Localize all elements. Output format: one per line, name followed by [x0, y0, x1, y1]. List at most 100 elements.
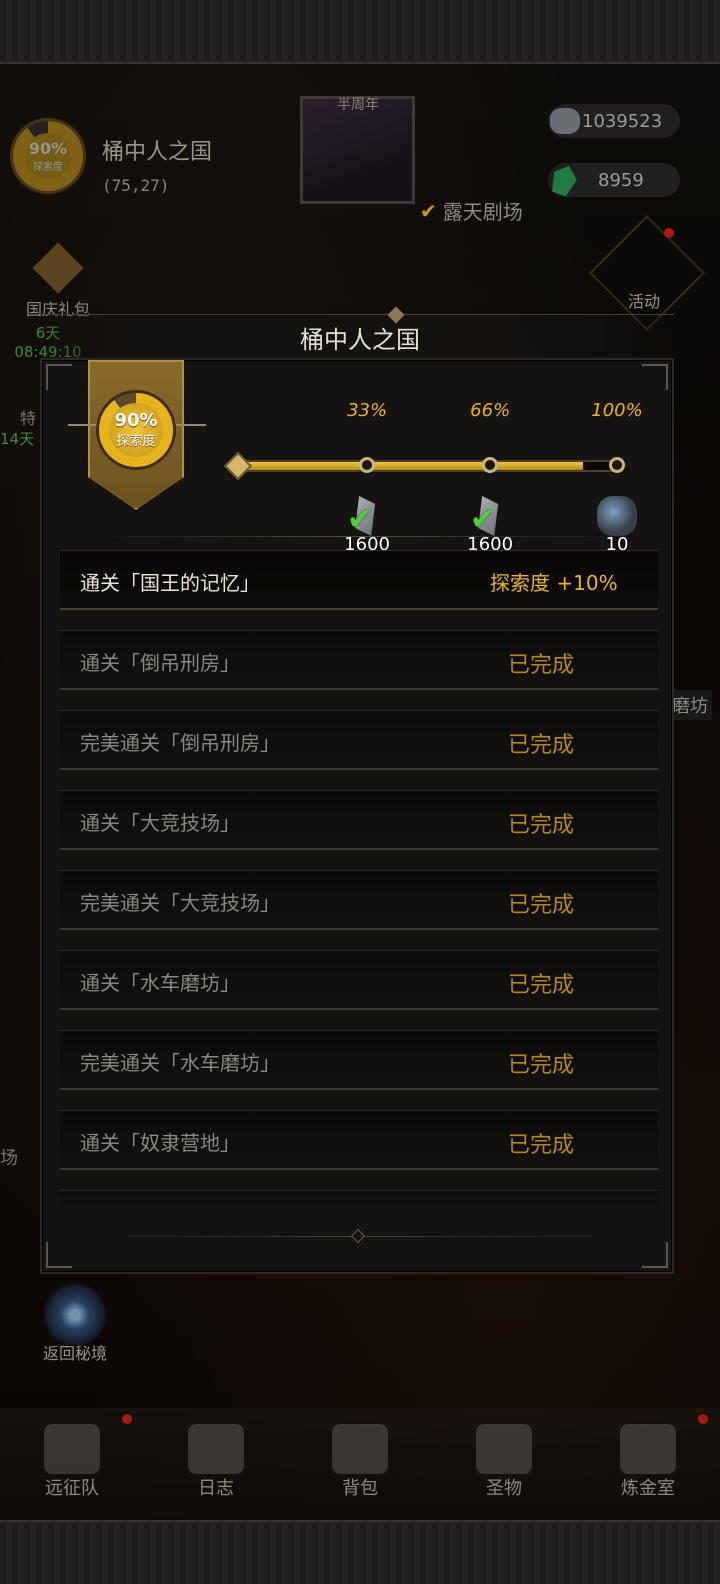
- explore-progress-ring: 90% 探索度: [96, 390, 176, 470]
- claimed-check-icon: ✔: [470, 502, 496, 537]
- stone-count: 1039523: [582, 110, 663, 132]
- task-row[interactable]: 通关「水车磨坊」 已完成: [60, 950, 658, 1010]
- theater-label: 露天剧场: [442, 200, 523, 224]
- task-name: 完美通关「水车磨坊」: [80, 1051, 280, 1075]
- nav-alchemy[interactable]: 炼金室: [576, 1408, 720, 1520]
- nav-journal[interactable]: 日志: [144, 1408, 288, 1520]
- area-name: 桶中人之国: [102, 140, 213, 165]
- task-name: 通关「水车磨坊」: [80, 971, 240, 995]
- task-name: 通关「国王的记忆」: [80, 571, 260, 595]
- task-row[interactable]: 完美通关「水车磨坊」 已完成: [60, 1030, 658, 1090]
- scroll-icon: [188, 1424, 244, 1474]
- portal-icon: [42, 1282, 108, 1348]
- modal-title: 桶中人之国: [300, 326, 420, 354]
- task-status: 已完成: [508, 1053, 575, 1078]
- task-row[interactable]: 通关「奴隶营地」 已完成: [60, 1110, 658, 1170]
- nav-label: 圣物: [486, 1478, 522, 1499]
- emerald-currency: 8959: [548, 163, 680, 197]
- milestone-progress: 33% ✔ 1600 66% ✔ 1600 100% 10: [223, 400, 643, 555]
- top-frame: [0, 0, 720, 64]
- portrait-tag: 半周年: [337, 97, 379, 113]
- activity-label: 活动: [628, 292, 661, 311]
- chalice-icon: [476, 1424, 532, 1474]
- progress-start-diamond: [223, 451, 253, 481]
- nav-relics[interactable]: 圣物: [432, 1408, 576, 1520]
- explore-percent: 90%: [28, 139, 68, 158]
- milestone-node: [482, 457, 499, 473]
- task-status: 已完成: [508, 813, 575, 838]
- claimed-check-icon: ✔: [347, 502, 373, 537]
- list-fade: [60, 1180, 658, 1212]
- task-status: 已完成: [508, 733, 575, 758]
- explore-ring[interactable]: 90% 探索度: [10, 118, 86, 194]
- horned-helmet-icon: [44, 1424, 100, 1474]
- bottom-frame: [0, 1520, 720, 1584]
- task-row[interactable]: 通关「国王的记忆」 探索度 +10%: [60, 550, 658, 610]
- gift-box-icon: [32, 242, 84, 294]
- task-name: 通关「大竞技场」: [80, 811, 240, 835]
- side-label-mill: 磨坊: [668, 690, 712, 720]
- task-row[interactable]: 完美通关「倒吊刑房」 已完成: [60, 710, 658, 770]
- compass-spike-right: [176, 424, 206, 426]
- milestone-label: 100%: [591, 400, 643, 421]
- milestone-label: 66%: [470, 400, 511, 421]
- milestone-reward[interactable]: 10: [587, 496, 647, 555]
- diamond-ornament-icon: [350, 1228, 366, 1244]
- task-status: 已完成: [508, 1133, 575, 1158]
- bottom-nav: 远征队 日志 背包 圣物 炼金室: [0, 1408, 720, 1520]
- task-status: 已完成: [508, 973, 575, 998]
- backpack-icon: [332, 1424, 388, 1474]
- milestone-reward[interactable]: ✔ 1600: [337, 496, 397, 555]
- side-timer: 14天: [0, 430, 35, 448]
- exploration-modal: 90% 探索度 33% ✔ 1600 66% ✔ 1600 100% 10 通关「国王的记忆」…: [40, 358, 674, 1274]
- corner-ornament: [642, 1242, 668, 1268]
- compass-spike-left: [68, 424, 98, 426]
- nav-label: 远征队: [45, 1478, 99, 1499]
- task-row[interactable]: 通关「倒吊刑房」 已完成: [60, 630, 658, 690]
- notification-dot: [698, 1414, 708, 1424]
- activity-notification-dot: [664, 228, 674, 238]
- notification-dot: [122, 1414, 132, 1424]
- emerald-count: 8959: [598, 169, 644, 191]
- corner-ornament: [46, 364, 72, 390]
- progress-fill: [240, 462, 583, 470]
- side-label-arena: 场: [0, 1148, 18, 1169]
- section-divider: [98, 536, 618, 537]
- check-icon: ✔: [420, 198, 437, 223]
- stone-icon: [550, 108, 580, 134]
- explore-label: 探索度: [33, 162, 63, 173]
- banner-percent: 90%: [114, 409, 158, 431]
- nav-label: 炼金室: [621, 1478, 675, 1499]
- task-status: 已完成: [508, 893, 575, 918]
- task-status: 已完成: [508, 653, 575, 678]
- stone-currency: 1039523: [548, 104, 680, 138]
- location-theater[interactable]: ✔ 露天剧场: [420, 196, 523, 225]
- explore-progress-inner: 90% 探索度: [109, 403, 163, 457]
- side-label-te: 特: [20, 409, 37, 428]
- nav-label: 背包: [342, 1478, 378, 1499]
- corner-ornament: [46, 1242, 72, 1268]
- ore-stone-icon: [597, 496, 637, 536]
- milestone-label: 33%: [347, 400, 388, 421]
- alchemy-icon: [620, 1424, 676, 1474]
- milestone-node: [359, 457, 376, 473]
- corner-ornament: [642, 364, 668, 390]
- task-list[interactable]: 通关「国王的记忆」 探索度 +10% 通关「倒吊刑房」 已完成 完美通关「倒吊刑房」 已完…: [60, 550, 658, 1212]
- task-row[interactable]: 完美通关「大竞技场」 已完成: [60, 870, 658, 930]
- progress-track: [238, 460, 623, 472]
- return-portal-button[interactable]: 返回秘境: [30, 1282, 120, 1364]
- area-coords: (75,27): [102, 176, 170, 195]
- milestone-node: [609, 457, 625, 473]
- task-name: 完美通关「倒吊刑房」: [80, 731, 280, 755]
- banner-label: 探索度: [116, 433, 156, 449]
- nav-expedition[interactable]: 远征队: [0, 1408, 144, 1520]
- nav-label: 日志: [198, 1478, 234, 1499]
- task-name: 通关「奴隶营地」: [80, 1131, 240, 1155]
- task-reward: 探索度 +10%: [490, 571, 618, 595]
- task-name: 通关「倒吊刑房」: [80, 651, 240, 675]
- task-row[interactable]: 通关「大竞技场」 已完成: [60, 790, 658, 850]
- nav-backpack[interactable]: 背包: [288, 1408, 432, 1520]
- task-name: 完美通关「大竞技场」: [80, 891, 280, 915]
- milestone-reward[interactable]: ✔ 1600: [460, 496, 520, 555]
- explore-ring-inner: 90% 探索度: [25, 133, 71, 179]
